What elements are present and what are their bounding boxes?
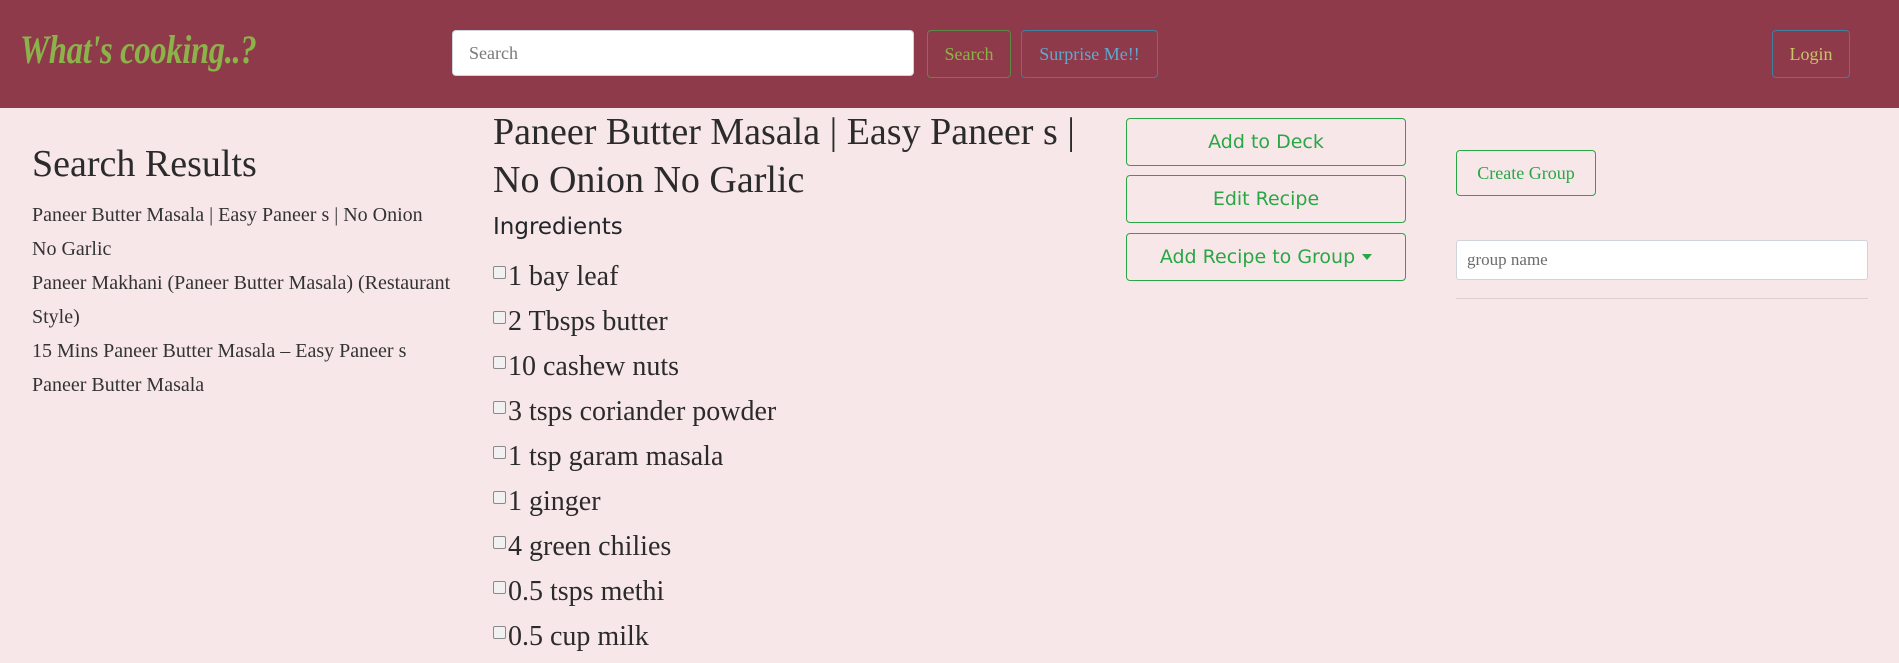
search-result-item[interactable]: 15 Mins Paneer Butter Masala – Easy Pane… [32, 334, 452, 368]
ingredient-item: 0.5 cup milk [493, 614, 776, 659]
recipe-title: Paneer Butter Masala | Easy Paneer s | N… [493, 111, 1075, 201]
add-recipe-to-group-label: Add Recipe to Group [1159, 246, 1356, 268]
search-button[interactable]: Search [927, 30, 1011, 78]
navbar: What's cooking..? Search Surprise Me!! L… [0, 0, 1899, 108]
login-button[interactable]: Login [1772, 30, 1850, 78]
edit-recipe-button[interactable]: Edit Recipe [1126, 175, 1406, 223]
ingredient-label: 1 ginger [508, 485, 601, 517]
search-results-title: Search Results [32, 143, 257, 185]
ingredient-checkbox[interactable] [493, 401, 506, 414]
ingredient-label: 1 tsp garam masala [508, 440, 724, 472]
ingredient-label: 3 tsps coriander powder [508, 395, 777, 427]
ingredient-item: 4 green chilies [493, 524, 776, 569]
ingredient-item: 10 cashew nuts [493, 344, 776, 389]
group-name-input[interactable] [1456, 240, 1868, 280]
ingredient-checkbox[interactable] [493, 536, 506, 549]
ingredient-checkbox[interactable] [493, 266, 506, 279]
ingredient-checkbox[interactable] [493, 311, 506, 324]
caret-down-icon [1362, 254, 1373, 260]
ingredients-heading: Ingredients [493, 214, 623, 240]
search-input[interactable] [452, 30, 914, 76]
surprise-me-button[interactable]: Surprise Me!! [1021, 30, 1158, 78]
ingredient-checkbox[interactable] [493, 626, 506, 639]
ingredient-label: 2 Tbsps butter [508, 305, 668, 337]
ingredient-item: 1 bay leaf [493, 254, 776, 299]
ingredients-list: 1 bay leaf 2 Tbsps butter 10 cashew nuts… [493, 254, 776, 659]
ingredient-item: 1 ginger [493, 479, 776, 524]
ingredient-checkbox[interactable] [493, 356, 506, 369]
ingredient-label: 0.5 cup milk [508, 620, 649, 652]
brand-logo[interactable]: What's cooking..? [20, 26, 257, 73]
add-to-deck-button[interactable]: Add to Deck [1126, 118, 1406, 166]
ingredient-item: 1 tsp garam masala [493, 434, 776, 479]
ingredient-label: 4 green chilies [508, 530, 672, 562]
ingredient-checkbox[interactable] [493, 491, 506, 504]
ingredient-checkbox[interactable] [493, 446, 506, 459]
divider [1456, 298, 1868, 299]
ingredient-label: 10 cashew nuts [508, 350, 680, 382]
search-result-item[interactable]: Paneer Butter Masala [32, 368, 452, 402]
create-group-button[interactable]: Create Group [1456, 150, 1596, 196]
ingredient-item: 2 Tbsps butter [493, 299, 776, 344]
ingredient-item: 3 tsps coriander powder [493, 389, 776, 434]
search-result-item[interactable]: Paneer Butter Masala | Easy Paneer s | N… [32, 198, 452, 266]
ingredient-checkbox[interactable] [493, 581, 506, 594]
ingredient-label: 0.5 tsps methi [508, 575, 665, 607]
ingredient-label: 1 bay leaf [508, 260, 619, 292]
search-results-list: Paneer Butter Masala | Easy Paneer s | N… [32, 198, 452, 402]
add-recipe-to-group-dropdown[interactable]: Add Recipe to Group [1126, 233, 1406, 281]
ingredient-item: 0.5 tsps methi [493, 569, 776, 614]
search-result-item[interactable]: Paneer Makhani (Paneer Butter Masala) (R… [32, 266, 452, 334]
